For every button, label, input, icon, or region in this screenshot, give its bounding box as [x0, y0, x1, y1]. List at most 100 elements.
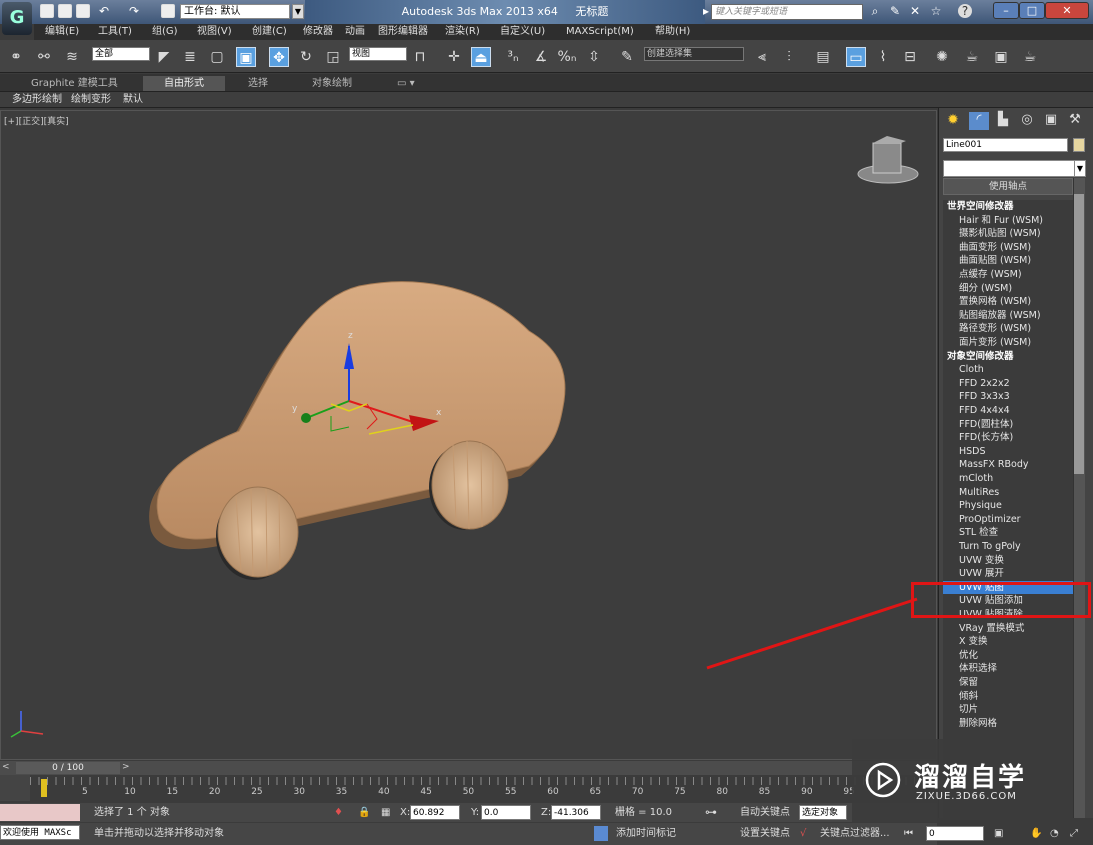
- select-manipulate-icon[interactable]: ✛: [444, 47, 464, 67]
- modifier-list-item[interactable]: 倾斜: [943, 690, 1073, 704]
- app-logo-button[interactable]: G: [2, 2, 32, 35]
- window-crossing-icon[interactable]: ▣: [236, 47, 256, 67]
- select-link-icon[interactable]: ⚭: [6, 47, 26, 67]
- viewport-perspective[interactable]: [+][正交][真实] z y x: [0, 110, 937, 760]
- time-slider[interactable]: < 0 / 100 >: [0, 761, 937, 775]
- menu-tools[interactable]: 工具(T): [98, 24, 132, 40]
- timeline-prev-icon[interactable]: <: [2, 762, 12, 772]
- menu-modifiers[interactable]: 修改器: [303, 24, 333, 40]
- menu-help[interactable]: 帮助(H): [655, 24, 690, 40]
- set-key-button[interactable]: 设置关键点: [740, 826, 790, 841]
- selection-lock-icon[interactable]: 🔒: [358, 805, 370, 820]
- modifier-list-item[interactable]: 保留: [943, 676, 1073, 690]
- named-selection-dropdown[interactable]: 创建选择集: [644, 47, 744, 61]
- help-icon[interactable]: ?: [958, 4, 972, 18]
- modify-tab-icon[interactable]: ◜: [969, 112, 989, 130]
- menu-graph-editors[interactable]: 图形编辑器: [378, 24, 428, 40]
- modifier-list-item[interactable]: 路径变形 (WSM): [943, 322, 1073, 336]
- modifier-list-item[interactable]: FFD 2x2x2: [943, 377, 1073, 391]
- motion-tab-icon[interactable]: ◎: [1017, 112, 1037, 130]
- modifier-list-item[interactable]: UVW 变换: [943, 554, 1073, 568]
- new-file-icon[interactable]: [40, 4, 54, 18]
- absolute-mode-icon[interactable]: ▦: [381, 805, 390, 820]
- menu-rendering[interactable]: 渲染(R): [445, 24, 480, 40]
- bind-space-warp-icon[interactable]: ≋: [62, 47, 82, 67]
- modifier-list-item[interactable]: Cloth: [943, 363, 1073, 377]
- modifier-list-item[interactable]: FFD 4x4x4: [943, 404, 1073, 418]
- modifier-list-item[interactable]: 面片变形 (WSM): [943, 336, 1073, 350]
- graphite-ribbon-icon[interactable]: ▭: [846, 47, 866, 67]
- key-filter-icon[interactable]: √: [800, 826, 806, 841]
- maximize-button[interactable]: □: [1019, 2, 1045, 19]
- y-coordinate-field[interactable]: 0.0: [481, 805, 531, 820]
- modifier-list-item[interactable]: FFD(圆柱体): [943, 418, 1073, 432]
- key-filters-button[interactable]: 关键点过滤器...: [820, 826, 890, 841]
- open-file-icon[interactable]: [58, 4, 72, 18]
- modifier-list-item[interactable]: 曲面贴图 (WSM): [943, 254, 1073, 268]
- modifier-list-item[interactable]: 细分 (WSM): [943, 282, 1073, 296]
- select-scale-icon[interactable]: ◲: [323, 47, 343, 67]
- track-bar[interactable]: 5 10 15 20 25 30 35 40 45 50 55 60 65 70 75 80 85 90 95: [0, 775, 937, 801]
- modifier-list-item[interactable]: FFD 3x3x3: [943, 390, 1073, 404]
- goto-start-icon[interactable]: ⏮: [904, 826, 913, 841]
- modifier-list-item[interactable]: 曲面变形 (WSM): [943, 241, 1073, 255]
- tab-object-paint[interactable]: 对象绘制: [312, 76, 352, 91]
- modifier-list-item[interactable]: Turn To gPoly: [943, 540, 1073, 554]
- modifier-list-item[interactable]: 贴图缩放器 (WSM): [943, 309, 1073, 323]
- unlink-icon[interactable]: ⚯: [34, 47, 54, 67]
- modifier-list-item[interactable]: 切片: [943, 703, 1073, 717]
- menu-edit[interactable]: 编辑(E): [45, 24, 79, 40]
- auto-key-button[interactable]: 自动关键点: [740, 805, 790, 820]
- menu-customize[interactable]: 自定义(U): [500, 24, 545, 40]
- spinner-snap-icon[interactable]: ⇳: [584, 47, 604, 67]
- minimize-button[interactable]: –: [993, 2, 1019, 19]
- frame-counter[interactable]: 0 / 100: [16, 762, 120, 774]
- set-key-icon[interactable]: ⊶: [705, 805, 733, 821]
- add-time-tag-button[interactable]: 添加时间标记: [616, 826, 676, 841]
- keyboard-shortcut-override-icon[interactable]: ⏏: [471, 47, 491, 67]
- workspace-dropdown-arrow-icon[interactable]: ▼: [292, 4, 304, 19]
- paint-deform-panel[interactable]: 绘制变形: [71, 93, 111, 107]
- modifier-list-item[interactable]: Hair 和 Fur (WSM): [943, 214, 1073, 228]
- reference-coordinate-dropdown[interactable]: 视图: [349, 47, 407, 61]
- render-production-icon[interactable]: ☕: [1020, 47, 1040, 67]
- modifier-list-item[interactable]: 点缓存 (WSM): [943, 268, 1073, 282]
- viewcube[interactable]: [857, 136, 919, 184]
- mini-curve-editor-icon[interactable]: [0, 775, 30, 801]
- modifier-list-item[interactable]: 删除网格: [943, 717, 1073, 731]
- pivot-center-icon[interactable]: ⊓: [410, 47, 430, 67]
- menu-views[interactable]: 视图(V): [197, 24, 232, 40]
- utilities-tab-icon[interactable]: ⚒: [1065, 112, 1085, 130]
- favorites-star-icon[interactable]: ☆: [929, 4, 943, 18]
- rendered-frame-window-icon[interactable]: ▣: [991, 47, 1011, 67]
- layer-manager-icon[interactable]: ▤: [813, 47, 833, 67]
- use-pivot-button[interactable]: 使用轴点: [943, 178, 1073, 195]
- modifier-list-item[interactable]: VRay 置换模式: [943, 622, 1073, 636]
- modifier-list-item[interactable]: STL 检查: [943, 526, 1073, 540]
- undo-icon[interactable]: ↶: [97, 4, 111, 18]
- create-tab-icon[interactable]: ✹: [943, 112, 963, 130]
- subscription-icon[interactable]: ✎: [888, 4, 902, 18]
- x-coordinate-field[interactable]: 60.892: [410, 805, 460, 820]
- maxscript-welcome-field[interactable]: 欢迎使用 MAXSc: [0, 825, 80, 840]
- modifier-list-item[interactable]: mCloth: [943, 472, 1073, 486]
- angle-snap-icon[interactable]: ∡: [531, 47, 551, 67]
- close-button[interactable]: ✕: [1045, 2, 1089, 19]
- communication-icon[interactable]: ✕: [908, 4, 922, 18]
- modifier-list-item[interactable]: 摄影机贴图 (WSM): [943, 227, 1073, 241]
- menu-create[interactable]: 创建(C): [252, 24, 287, 40]
- maxscript-listener-mini[interactable]: [0, 804, 80, 821]
- snaps-toggle-icon[interactable]: ³ₙ: [503, 47, 523, 67]
- orbit-icon[interactable]: ◔: [1050, 826, 1059, 841]
- object-name-field[interactable]: Line001: [943, 138, 1068, 152]
- modifier-list-item[interactable]: X 变换: [943, 635, 1073, 649]
- hierarchy-tab-icon[interactable]: ▙: [993, 112, 1013, 130]
- isolate-selection-icon[interactable]: ♦: [334, 805, 343, 820]
- time-tag-icon[interactable]: [594, 826, 608, 841]
- zoom-extents-icon[interactable]: ▣: [994, 826, 1003, 841]
- workspace-dropdown[interactable]: 工作台: 默认: [180, 4, 290, 19]
- modifier-list-scrollbar-thumb[interactable]: [1074, 194, 1084, 474]
- display-tab-icon[interactable]: ▣: [1041, 112, 1061, 130]
- tab-freeform[interactable]: 自由形式: [143, 76, 225, 91]
- select-move-icon[interactable]: ✥: [269, 47, 289, 67]
